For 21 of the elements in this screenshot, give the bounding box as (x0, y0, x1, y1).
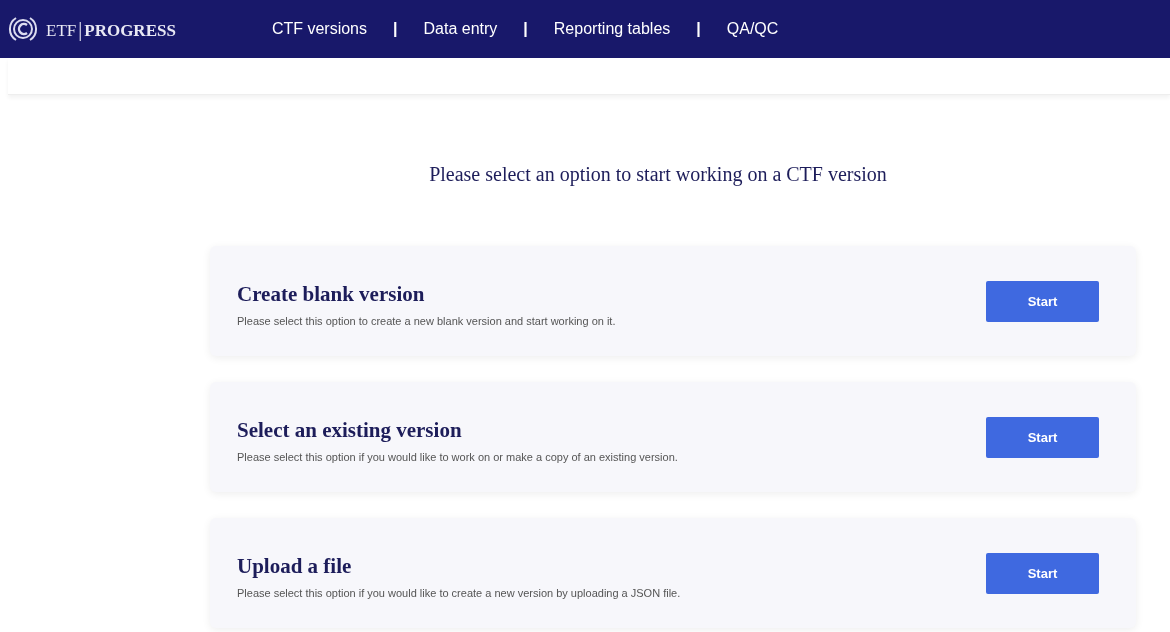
start-button[interactable]: Start (986, 416, 1099, 458)
start-button[interactable]: Start (986, 552, 1099, 594)
nav-link[interactable]: CTF versions (271, 20, 367, 38)
option-description: Please select this option if you would like to work on or make a copy of an existing version. (237, 450, 678, 463)
option-title: Create blank version (237, 281, 426, 307)
logo-icon (8, 14, 38, 44)
page-heading: Please select an option to start working on a CTF version (428, 163, 888, 186)
logo-divider: | (78, 17, 83, 40)
logo-text: PROGRESS (84, 20, 176, 40)
option-description: Please select this option to create a new blank version and start working on it. (237, 314, 616, 327)
menu-separator: | (393, 20, 398, 38)
menu-separator: | (696, 20, 701, 38)
nav-link[interactable]: Reporting tables (553, 20, 671, 38)
option-title: Upload a file (237, 553, 353, 579)
logo-text: ETF (46, 20, 77, 40)
option-description: Please select this option if you would like to create a new version by uploading a JSON file. (237, 586, 681, 599)
nav-link[interactable]: Data entry (423, 20, 498, 38)
option-title: Select an existing version (237, 417, 463, 443)
nav-link[interactable]: QA/QC (726, 20, 779, 38)
menu-separator: | (523, 20, 528, 38)
start-button[interactable]: Start (986, 280, 1099, 322)
